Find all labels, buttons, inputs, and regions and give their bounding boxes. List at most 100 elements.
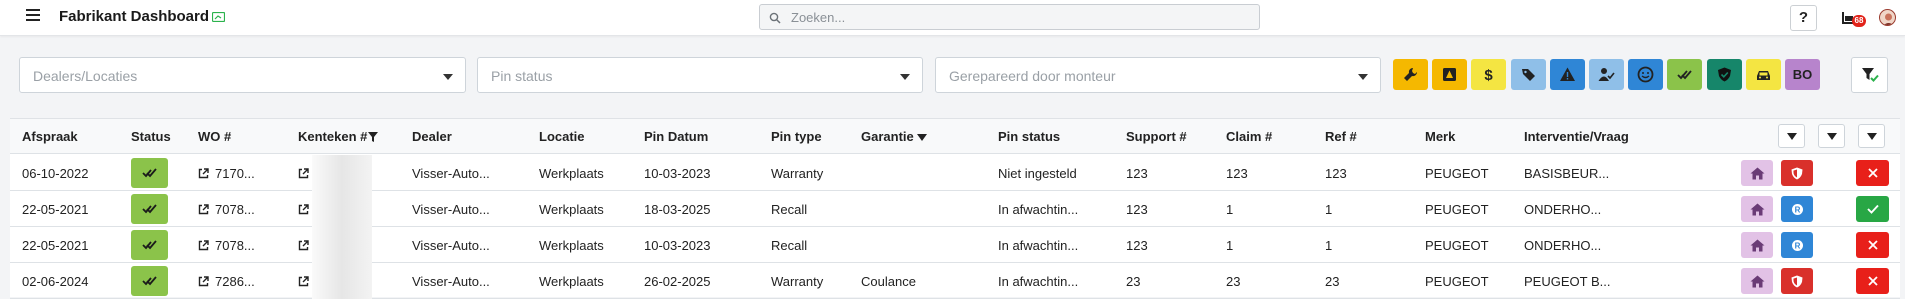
quick-filter-warning[interactable] xyxy=(1550,59,1585,90)
filter-icon[interactable] xyxy=(368,132,379,142)
table-row[interactable]: 22-05-2021 7078... Visser-Auto... Werkpl… xyxy=(10,227,1900,263)
warranty-type-button[interactable] xyxy=(1781,268,1813,294)
dealers-locations-select[interactable]: Dealers/Locaties xyxy=(19,57,466,93)
quick-filter-bo[interactable]: BO xyxy=(1785,59,1820,90)
tag-icon xyxy=(1522,69,1535,81)
pin-type-cell: Warranty xyxy=(771,166,824,181)
shield-check-icon xyxy=(1718,67,1731,82)
car-icon xyxy=(1757,71,1770,80)
quick-filter-dollar[interactable]: $ xyxy=(1471,59,1506,90)
col-ref[interactable]: Ref # xyxy=(1325,129,1357,144)
warranty-type-button[interactable]: R xyxy=(1781,196,1813,222)
merk-cell: PEUGEOT xyxy=(1425,238,1489,253)
col-kenteken[interactable]: Kenteken # xyxy=(298,129,379,144)
col-status[interactable]: Status xyxy=(131,129,171,144)
wo-link[interactable]: 7170... xyxy=(198,166,255,181)
afspraak-cell: 02-06-2024 xyxy=(22,274,89,289)
quick-filter-face[interactable] xyxy=(1628,59,1663,90)
status-button[interactable] xyxy=(131,266,168,296)
column-dropdown-button[interactable] xyxy=(1858,124,1885,148)
pin-type-cell: Warranty xyxy=(771,274,824,289)
col-afspraak[interactable]: Afspraak xyxy=(22,129,78,144)
col-pin-datum[interactable]: Pin Datum xyxy=(644,129,708,144)
approval-status-button[interactable] xyxy=(1856,232,1889,258)
col-garantie-label: Garantie xyxy=(861,129,914,144)
quick-filter-wrench[interactable] xyxy=(1393,59,1428,90)
warning-icon xyxy=(1560,67,1575,81)
col-claim[interactable]: Claim # xyxy=(1226,129,1272,144)
chevron-down-icon xyxy=(1867,133,1877,140)
approval-status-button[interactable] xyxy=(1856,160,1889,186)
table-row[interactable]: 02-06-2024 7286... Visser-Auto... Werkpl… xyxy=(10,263,1900,299)
avatar[interactable] xyxy=(1879,9,1896,26)
help-button[interactable]: ? xyxy=(1790,5,1817,31)
dealer-home-button[interactable] xyxy=(1741,268,1773,294)
garantie-cell: Coulance xyxy=(861,274,916,289)
quick-filter-shield-check[interactable] xyxy=(1707,59,1742,90)
dealer-cell: Visser-Auto... xyxy=(412,238,490,253)
chevron-down-icon xyxy=(1787,133,1797,140)
wo-link[interactable]: 7286... xyxy=(198,274,255,289)
quick-filter-tag[interactable] xyxy=(1511,59,1546,90)
top-navbar: Fabrikant Dashboard ? 68 xyxy=(0,0,1905,36)
dealer-home-button[interactable] xyxy=(1741,196,1773,222)
status-button[interactable] xyxy=(131,194,168,224)
double-check-icon xyxy=(141,168,157,178)
apply-filter-button[interactable] xyxy=(1851,57,1888,93)
close-icon xyxy=(1867,168,1878,178)
status-button[interactable] xyxy=(131,158,168,188)
dealer-cell: Visser-Auto... xyxy=(412,202,490,217)
bo-label: BO xyxy=(1792,67,1813,82)
sort-desc-icon xyxy=(916,134,927,141)
pin-type-cell: Recall xyxy=(771,202,808,217)
chevron-down-icon xyxy=(900,74,910,80)
warranty-type-button[interactable] xyxy=(1781,160,1813,186)
approval-status-button[interactable] xyxy=(1856,196,1889,222)
quick-filter-user-check[interactable] xyxy=(1589,59,1624,90)
support-cell: 123 xyxy=(1126,238,1148,253)
redacted-plate xyxy=(312,227,372,263)
search-input[interactable] xyxy=(791,8,1251,26)
repaired-by-select[interactable]: Gerepareerd door monteur xyxy=(935,57,1381,93)
search-field[interactable] xyxy=(759,4,1260,30)
notifications-button[interactable]: 68 xyxy=(1842,9,1866,27)
column-dropdown-button[interactable] xyxy=(1778,124,1805,148)
dealer-cell: Visser-Auto... xyxy=(412,166,490,181)
table-row[interactable]: 06-10-2022 7170... Visser-Auto... Werkpl… xyxy=(10,155,1900,191)
table-row[interactable]: 22-05-2021 7078... Visser-Auto... Werkpl… xyxy=(10,191,1900,227)
wrench-icon xyxy=(1404,67,1418,81)
col-interventie[interactable]: Interventie/Vraag xyxy=(1524,129,1629,144)
col-locatie[interactable]: Locatie xyxy=(539,129,585,144)
quick-filter-road-sign[interactable] xyxy=(1432,59,1467,90)
wo-number: 7170... xyxy=(215,166,255,181)
col-merk[interactable]: Merk xyxy=(1425,129,1455,144)
ref-cell: 1 xyxy=(1325,238,1333,253)
merk-cell: PEUGEOT xyxy=(1425,274,1489,289)
filter-check-icon xyxy=(1861,68,1879,82)
dealer-home-button[interactable] xyxy=(1741,232,1773,258)
approval-status-button[interactable] xyxy=(1856,268,1889,294)
wo-link[interactable]: 7078... xyxy=(198,202,255,217)
dealer-home-button[interactable] xyxy=(1741,160,1773,186)
column-dropdown-button[interactable] xyxy=(1818,124,1845,148)
col-pin-type[interactable]: Pin type xyxy=(771,129,822,144)
col-dealer[interactable]: Dealer xyxy=(412,129,452,144)
ref-cell: 123 xyxy=(1325,166,1347,181)
warranty-type-button[interactable]: R xyxy=(1781,232,1813,258)
col-wo[interactable]: WO # xyxy=(198,129,231,144)
quick-filter-double-check[interactable] xyxy=(1667,59,1702,90)
pin-status-select[interactable]: Pin status xyxy=(477,57,923,93)
col-pin-status[interactable]: Pin status xyxy=(998,129,1060,144)
claim-cell: 23 xyxy=(1226,274,1241,289)
quick-filter-car[interactable] xyxy=(1746,59,1781,90)
support-cell: 23 xyxy=(1126,274,1141,289)
wo-link[interactable]: 7078... xyxy=(198,238,255,253)
road-sign-icon xyxy=(1443,68,1456,81)
pin-status-placeholder: Pin status xyxy=(491,68,553,84)
recall-icon: R xyxy=(1791,203,1803,215)
shield-icon xyxy=(1791,275,1803,287)
status-button[interactable] xyxy=(131,230,168,260)
menu-icon[interactable] xyxy=(26,9,40,23)
col-support[interactable]: Support # xyxy=(1126,129,1187,144)
col-garantie[interactable]: Garantie xyxy=(861,129,927,144)
